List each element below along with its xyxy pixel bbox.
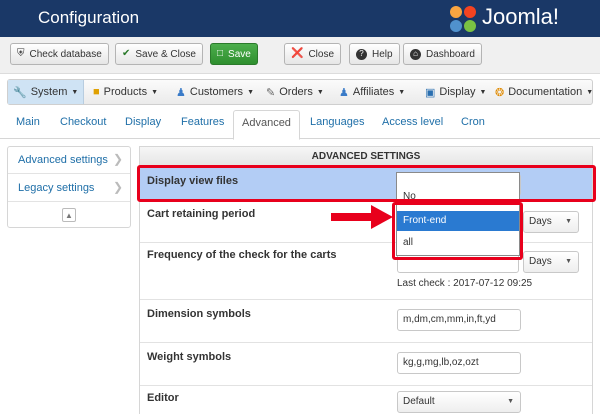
row-editor: Editor Default ▼ bbox=[140, 387, 592, 417]
frequency-label: Frequency of the check for the carts bbox=[147, 249, 337, 261]
row-weight-symbols: Weight symbols kg,g,mg,lb,oz,ozt bbox=[140, 344, 592, 386]
help-label: Help bbox=[372, 48, 393, 60]
dashboard-button[interactable]: ⌂ Dashboard bbox=[403, 43, 482, 65]
menu-products-label: Products bbox=[103, 86, 148, 98]
collapse-sidebar-icon[interactable]: ▲ bbox=[62, 208, 76, 222]
help-button[interactable]: ? Help bbox=[349, 43, 400, 65]
weight-symbols-input[interactable]: kg,g,mg,lb,oz,ozt bbox=[397, 352, 521, 374]
save-button[interactable]: □ Save bbox=[210, 43, 258, 65]
check-database-button[interactable]: ⛨ Check database bbox=[10, 43, 109, 65]
toolbar: ⛨ Check database ✔ Save & Close □ Save ❌… bbox=[0, 37, 600, 74]
tab-languages[interactable]: Languages bbox=[310, 116, 364, 128]
cart-retaining-label: Cart retaining period bbox=[147, 208, 256, 220]
weight-symbols-label: Weight symbols bbox=[147, 351, 232, 363]
menu-affiliates-label: Affiliates bbox=[352, 86, 395, 98]
shield-icon: ⛨ bbox=[17, 48, 25, 59]
clipboard-icon: ✎ bbox=[266, 86, 276, 99]
close-icon: ❌ bbox=[291, 48, 304, 59]
close-label: Close bbox=[308, 48, 335, 60]
menu-customers[interactable]: ♟ Customers ▼ bbox=[171, 80, 259, 104]
chevron-down-icon: ▼ bbox=[565, 258, 572, 265]
app-header: Configuration Joomla! bbox=[0, 0, 600, 37]
panel-title: ADVANCED SETTINGS bbox=[140, 147, 592, 167]
menu-system[interactable]: 🔧 System ▼ bbox=[8, 80, 84, 104]
config-tabs: Main Checkout Display Features Advanced … bbox=[0, 110, 600, 140]
editor-label: Editor bbox=[147, 392, 179, 404]
cart-retaining-unit: Days bbox=[529, 216, 552, 227]
tab-cron[interactable]: Cron bbox=[461, 116, 485, 128]
chevron-right-icon: ❯ bbox=[112, 152, 123, 166]
logo-text: Joomla! bbox=[482, 4, 560, 29]
sidebar-footer: ▲ bbox=[8, 203, 130, 227]
lifebuoy-icon: ❂ bbox=[495, 86, 505, 99]
save-label: Save bbox=[228, 48, 251, 60]
menu-orders-label: Orders bbox=[279, 86, 313, 98]
tab-checkout[interactable]: Checkout bbox=[60, 116, 106, 128]
joomla-logo: Joomla! bbox=[448, 4, 596, 34]
chevron-right-icon: ❯ bbox=[112, 180, 123, 194]
main-menu: 🔧 System ▼ ■ Products ▼ ♟ Customers ▼ ✎ Ord… bbox=[7, 79, 593, 105]
menu-display-label: Display bbox=[439, 86, 476, 98]
tab-display[interactable]: Display bbox=[125, 116, 161, 128]
close-button[interactable]: ❌ Close bbox=[284, 43, 342, 65]
sidebar-item-label: Advanced settings bbox=[18, 154, 108, 166]
users-icon: ♟ bbox=[176, 86, 186, 99]
menu-display[interactable]: ▣ Display ▼ bbox=[420, 80, 491, 104]
row-dimension-symbols: Dimension symbols m,dm,cm,mm,in,ft,yd bbox=[140, 301, 592, 343]
menu-customers-label: Customers bbox=[189, 86, 244, 98]
dimension-symbols-label: Dimension symbols bbox=[147, 308, 251, 320]
sidebar-item-legacy-settings[interactable]: Legacy settings ❯ bbox=[8, 175, 130, 202]
sidebar-item-label: Legacy settings bbox=[18, 182, 95, 194]
check-icon: ✔ bbox=[122, 48, 131, 59]
tab-advanced[interactable]: Advanced bbox=[233, 110, 300, 140]
question-icon: ? bbox=[356, 48, 367, 60]
dimension-symbols-input[interactable]: m,dm,cm,mm,in,ft,yd bbox=[397, 309, 521, 331]
red-arrow-icon bbox=[331, 205, 393, 229]
dashboard-icon: ⌂ bbox=[410, 48, 421, 60]
menu-affiliates[interactable]: ♟ Affiliates ▼ bbox=[334, 80, 410, 104]
tab-main[interactable]: Main bbox=[16, 116, 40, 128]
cart-retaining-unit-select[interactable]: Days ▼ bbox=[523, 211, 579, 233]
save-close-label: Save & Close bbox=[135, 48, 196, 60]
joomla-logo-icon bbox=[450, 6, 476, 32]
settings-sidebar: Advanced settings ❯ Legacy settings ❯ ▲ bbox=[7, 146, 131, 228]
save-close-button[interactable]: ✔ Save & Close bbox=[115, 43, 203, 65]
menu-orders[interactable]: ✎ Orders ▼ bbox=[261, 80, 329, 104]
chevron-down-icon: ▼ bbox=[507, 398, 514, 405]
frequency-unit-select[interactable]: Days ▼ bbox=[523, 251, 579, 273]
page-title: Configuration bbox=[38, 8, 140, 27]
affiliates-icon: ♟ bbox=[339, 86, 349, 99]
check-database-label: Check database bbox=[29, 48, 102, 60]
menu-documentation-label: Documentation bbox=[508, 86, 583, 98]
last-check-text: Last check : 2017-07-12 09:25 bbox=[397, 278, 533, 289]
chevron-down-icon: ▼ bbox=[565, 218, 572, 225]
editor-select[interactable]: Default ▼ bbox=[397, 391, 521, 413]
tab-features[interactable]: Features bbox=[181, 116, 224, 128]
box-icon: ■ bbox=[93, 86, 100, 98]
row-frequency: Frequency of the check for the carts Day… bbox=[140, 244, 592, 300]
save-icon: □ bbox=[217, 48, 224, 59]
menu-documentation[interactable]: ❂ Documentation ▼ bbox=[490, 80, 598, 104]
sidebar-item-advanced-settings[interactable]: Advanced settings ❯ bbox=[8, 147, 130, 174]
wrench-icon: 🔧 bbox=[13, 86, 27, 99]
editor-value: Default bbox=[403, 396, 435, 407]
highlight-box-option bbox=[392, 202, 523, 260]
menu-products[interactable]: ■ Products ▼ bbox=[88, 80, 163, 104]
display-icon: ▣ bbox=[425, 86, 436, 99]
menu-system-label: System bbox=[30, 86, 68, 98]
tab-access-level[interactable]: Access level bbox=[382, 116, 443, 128]
dashboard-label: Dashboard bbox=[426, 48, 475, 60]
highlight-box-row bbox=[137, 165, 596, 202]
frequency-unit: Days bbox=[529, 256, 552, 267]
